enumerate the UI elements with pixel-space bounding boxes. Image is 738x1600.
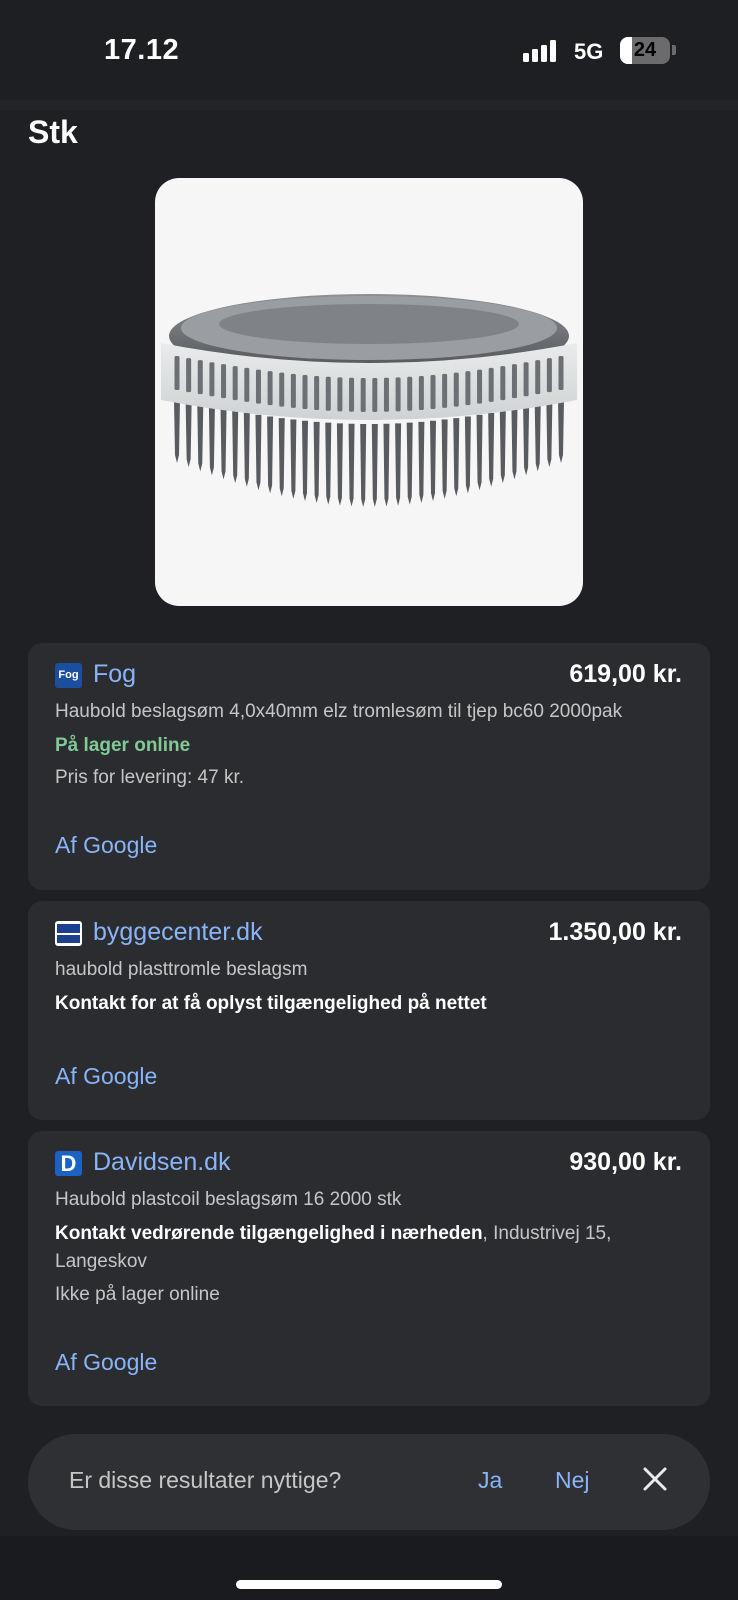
feedback-question: Er disse resultater nyttige? [69, 1467, 342, 1493]
nail-coil-image [161, 294, 577, 507]
offer-card-davidsen[interactable]: D Davidsen.dk 930,00 kr. Haubold plastco… [28, 1131, 710, 1406]
offer-card-byggecenter[interactable]: byggecenter.dk 1.350,00 kr. haubold plas… [28, 901, 710, 1120]
battery-level: 24 [633, 39, 657, 61]
price: 1.350,00 kr. [548, 918, 682, 946]
status-bar: 17.12 5G 24 [0, 0, 738, 100]
delivery-price: Pris for levering: 47 kr. [55, 767, 245, 788]
feedback-yes-button[interactable]: Ja [478, 1467, 502, 1494]
byggecenter-logo-icon [55, 921, 82, 946]
source-link[interactable]: Af Google [55, 1349, 157, 1376]
status-time: 17.12 [104, 34, 180, 66]
network-type: 5G [574, 39, 604, 64]
price: 930,00 kr. [569, 1148, 682, 1176]
home-indicator[interactable] [236, 1580, 502, 1589]
battery-icon: 24 [620, 37, 670, 64]
header-divider [0, 100, 738, 110]
davidsen-logo-icon: D [55, 1151, 82, 1176]
fog-logo-icon: Fog [55, 663, 82, 688]
store-name[interactable]: Davidsen.dk [93, 1148, 231, 1177]
bottom-bar [0, 1536, 738, 1600]
stock-status: Ikke på lager online [55, 1284, 220, 1305]
cellular-signal-icon [523, 40, 559, 62]
price: 619,00 kr. [569, 660, 682, 688]
availability: Kontakt vedrørende tilgængelighed i nærh… [55, 1223, 483, 1244]
feedback-bar: Er disse resultater nyttige? Ja Nej [28, 1434, 710, 1530]
product-title: haubold plasttromle beslagsm [55, 959, 308, 980]
section-title: Stk [28, 114, 78, 150]
availability-line: Kontakt vedrørende tilgængelighed i nærh… [55, 1223, 695, 1245]
feedback-no-button[interactable]: Nej [555, 1467, 590, 1494]
store-name[interactable]: byggecenter.dk [93, 918, 263, 947]
availability: På lager online [55, 735, 191, 756]
availability: Kontakt for at få oplyst tilgængelighed … [55, 993, 487, 1014]
product-title: Haubold beslagsøm 4,0x40mm elz tromlesøm… [55, 701, 623, 722]
product-image[interactable] [155, 178, 583, 606]
source-link[interactable]: Af Google [55, 832, 157, 859]
battery-tip [672, 45, 676, 55]
store-name[interactable]: Fog [93, 660, 136, 689]
close-icon[interactable] [640, 1464, 670, 1494]
product-title: Haubold plastcoil beslagsøm 16 2000 stk [55, 1189, 402, 1210]
store-address-line2: Langeskov [55, 1251, 147, 1272]
offer-card-fog[interactable]: Fog Fog 619,00 kr. Haubold beslagsøm 4,0… [28, 643, 710, 890]
source-link[interactable]: Af Google [55, 1063, 157, 1090]
store-address: , Industrivej 15, [482, 1223, 612, 1244]
